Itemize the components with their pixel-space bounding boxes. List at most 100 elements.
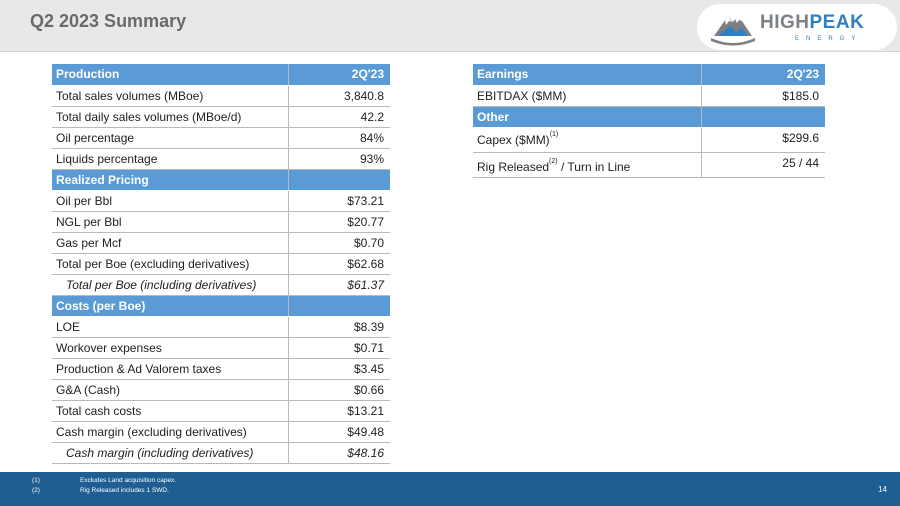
capex-label-cell: Capex ($MM)(1)	[473, 127, 702, 153]
row-value: $73.21	[288, 190, 390, 212]
row-label: G&A (Cash)	[56, 382, 121, 397]
row-label-cell: Cash margin (including derivatives)	[52, 442, 289, 464]
row-value: $0.71	[288, 337, 390, 359]
turn-in-line-label: / Turn in Line	[560, 159, 631, 174]
row-label: Cash margin (including derivatives)	[66, 445, 254, 460]
table-row: Cash margin (including derivatives) $48.1…	[52, 442, 390, 464]
table-row: Cash margin (excluding derivatives) $49.4…	[52, 421, 390, 443]
row-value: 84%	[288, 127, 390, 149]
row-value: $0.66	[288, 379, 390, 401]
capex-label: Capex ($MM)	[477, 132, 550, 147]
row-label: NGL per Bbl	[56, 214, 122, 229]
footnote-2-text: Rig Released includes 1 SWD.	[80, 487, 169, 494]
mountain-logo-icon	[711, 15, 755, 46]
other-header: Other	[473, 106, 702, 128]
row-label-cell: Oil percentage	[52, 127, 289, 149]
section-header-blank	[701, 106, 825, 128]
row-label: Realized Pricing	[56, 172, 149, 187]
logo-subword: ENERGY	[795, 36, 863, 42]
row-value: $62.68	[288, 253, 390, 275]
logo-word-peak: PEAK	[809, 12, 865, 33]
row-label: Total sales volumes (MBoe)	[56, 88, 204, 103]
footnote-marker: (1)	[549, 130, 559, 138]
row-label: Gas per Mcf	[56, 235, 122, 250]
footnote-2-number: (2)	[32, 487, 40, 494]
page-number: 14	[878, 485, 887, 494]
row-label-cell: Cash margin (excluding derivatives)	[52, 421, 289, 443]
row-value	[288, 295, 390, 317]
row-label: LOE	[56, 319, 81, 334]
row-label-cell: Liquids percentage	[52, 148, 289, 170]
page-title: Q2 2023 Summary	[30, 11, 187, 31]
row-label-cell: Production	[52, 64, 289, 86]
logo-word-high: HIGH	[760, 12, 810, 33]
ebitdax-value: $185.0	[701, 85, 825, 107]
row-value: $3.45	[288, 358, 390, 380]
rig-label-cell: Rig Released(2) / Turn in Line	[473, 152, 702, 178]
section-header-row: Other	[473, 106, 825, 128]
row-value: $20.77	[288, 211, 390, 233]
row-value: 42.2	[288, 106, 390, 128]
earnings-header: Earnings	[473, 64, 702, 86]
row-label-cell: Costs (per Boe)	[52, 295, 289, 317]
row-label: Total cash costs	[56, 403, 142, 418]
row-value: $48.16	[288, 442, 390, 464]
table-row: Production & Ad Valorem taxes $3.45	[52, 358, 390, 380]
table-row: Workover expenses $0.71	[52, 337, 390, 359]
logo-wordmark: HIGHPEAK	[760, 13, 864, 33]
row-value: $49.48	[288, 421, 390, 443]
row-label-cell: Total sales volumes (MBoe)	[52, 85, 289, 107]
period-header: 2Q'23	[701, 64, 825, 86]
table-row: Capex ($MM)(1) $299.6	[473, 127, 825, 153]
row-value: 3,840.8	[288, 85, 390, 107]
row-label: Total per Boe (including derivatives)	[66, 277, 257, 292]
footnote-marker: (2)	[549, 157, 558, 165]
table-row: Oil per Bbl $73.21	[52, 190, 390, 212]
table-header-row: Production 2Q'23	[52, 64, 390, 86]
capex-value: $299.6	[701, 127, 825, 153]
row-label: Production & Ad Valorem taxes	[56, 361, 222, 376]
row-value: $61.37	[288, 274, 390, 296]
table-row: Total daily sales volumes (MBoe/d) 42.2	[52, 106, 390, 128]
row-label-cell: Realized Pricing	[52, 169, 289, 191]
row-label: Production	[56, 67, 120, 82]
row-label-cell: Workover expenses	[52, 337, 289, 359]
row-value: 93%	[288, 148, 390, 170]
row-label-cell: Total per Boe (including derivatives)	[52, 274, 289, 296]
row-label-cell: Total daily sales volumes (MBoe/d)	[52, 106, 289, 128]
row-label: Oil percentage	[56, 130, 135, 145]
row-value	[288, 169, 390, 191]
table-row: Liquids percentage 93%	[52, 148, 390, 170]
row-value: $0.70	[288, 232, 390, 254]
row-label: Total per Boe (excluding derivatives)	[56, 256, 250, 271]
rig-value: 25 / 44	[701, 152, 825, 178]
row-label: Cash margin (excluding derivatives)	[56, 424, 247, 439]
section-header-row: Realized Pricing	[52, 169, 390, 191]
row-value: $13.21	[288, 400, 390, 422]
row-label: Workover expenses	[56, 340, 162, 355]
row-label: Total daily sales volumes (MBoe/d)	[56, 109, 242, 124]
earnings-table: Earnings 2Q'23 EBITDAX ($MM) $185.0 Othe…	[473, 64, 825, 178]
table-row: Gas per Mcf $0.70	[52, 232, 390, 254]
table-row: EBITDAX ($MM) $185.0	[473, 85, 825, 107]
row-label-cell: G&A (Cash)	[52, 379, 289, 401]
rig-label: Rig Released	[477, 159, 550, 174]
row-label-cell: LOE	[52, 316, 289, 338]
table-row: G&A (Cash) $0.66	[52, 379, 390, 401]
row-label-cell: Total cash costs	[52, 400, 289, 422]
row-label-cell: NGL per Bbl	[52, 211, 289, 233]
section-header-row: Costs (per Boe)	[52, 295, 390, 317]
footnote-1-number: (1)	[32, 477, 40, 484]
footnote-1-text: Excludes Land acquisition capex.	[80, 477, 177, 484]
row-label: Liquids percentage	[56, 151, 158, 166]
row-label-cell: Total per Boe (excluding derivatives)	[52, 253, 289, 275]
table-row: Rig Released(2) / Turn in Line 25 / 44	[473, 152, 825, 178]
row-label-cell: Gas per Mcf	[52, 232, 289, 254]
table-row: Total per Boe (excluding derivatives) $62…	[52, 253, 390, 275]
production-summary-table: Production 2Q'23 Total sales volumes (MBoe…	[52, 64, 390, 464]
ebitdax-label: EBITDAX ($MM)	[473, 85, 702, 107]
table-row: Total sales volumes (MBoe) 3,840.8	[52, 85, 390, 107]
table-row: Total cash costs $13.21	[52, 400, 390, 422]
row-value: $8.39	[288, 316, 390, 338]
row-label: Oil per Bbl	[56, 193, 113, 208]
